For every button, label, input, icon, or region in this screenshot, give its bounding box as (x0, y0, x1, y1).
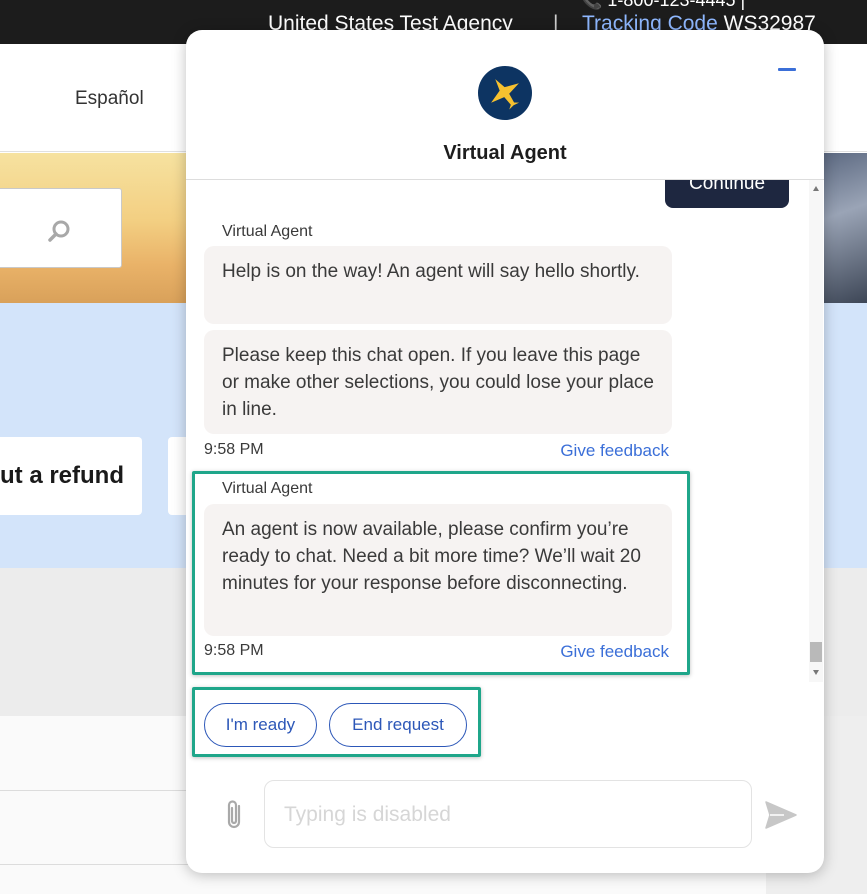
message-input[interactable]: Typing is disabled (264, 780, 752, 848)
scroll-down-icon[interactable] (813, 670, 819, 675)
scrollbar-thumb[interactable] (810, 642, 822, 662)
give-feedback-link[interactable]: Give feedback (551, 441, 669, 461)
page-search-input[interactable] (0, 188, 122, 268)
language-link-espanol[interactable]: Español (75, 88, 144, 110)
continue-button[interactable]: Continue (665, 180, 789, 208)
chat-title: Virtual Agent (443, 142, 567, 164)
divider (0, 864, 190, 865)
hero-image-right (824, 153, 867, 303)
divider (0, 790, 190, 791)
refund-card-label: ut a refund (0, 462, 124, 489)
airplane-logo-icon (478, 66, 532, 120)
message-bubble: Help is on the way! An agent will say he… (204, 246, 672, 324)
message-timestamp: 9:58 PM (204, 441, 264, 458)
phone-number[interactable]: 📞 1-800-123-4445 | (580, 0, 745, 11)
end-request-button[interactable]: End request (329, 703, 467, 747)
message-bubble: Please keep this chat open. If you leave… (204, 330, 672, 434)
message-input-placeholder: Typing is disabled (284, 803, 451, 826)
refund-card[interactable]: ut a refund (0, 437, 142, 515)
minimize-icon[interactable] (778, 68, 796, 71)
search-icon[interactable] (47, 219, 71, 243)
im-ready-button[interactable]: I'm ready (204, 703, 317, 747)
send-icon[interactable] (764, 800, 798, 830)
chat-widget: Virtual Agent Continue Virtual Agent Hel… (186, 30, 824, 873)
message-sender: Virtual Agent (222, 223, 313, 240)
highlight-latest-message (192, 471, 690, 675)
scroll-up-icon[interactable] (813, 186, 819, 191)
chat-header: Virtual Agent (186, 30, 824, 180)
paperclip-icon[interactable] (220, 798, 248, 832)
chat-scrollbar[interactable] (809, 180, 823, 682)
